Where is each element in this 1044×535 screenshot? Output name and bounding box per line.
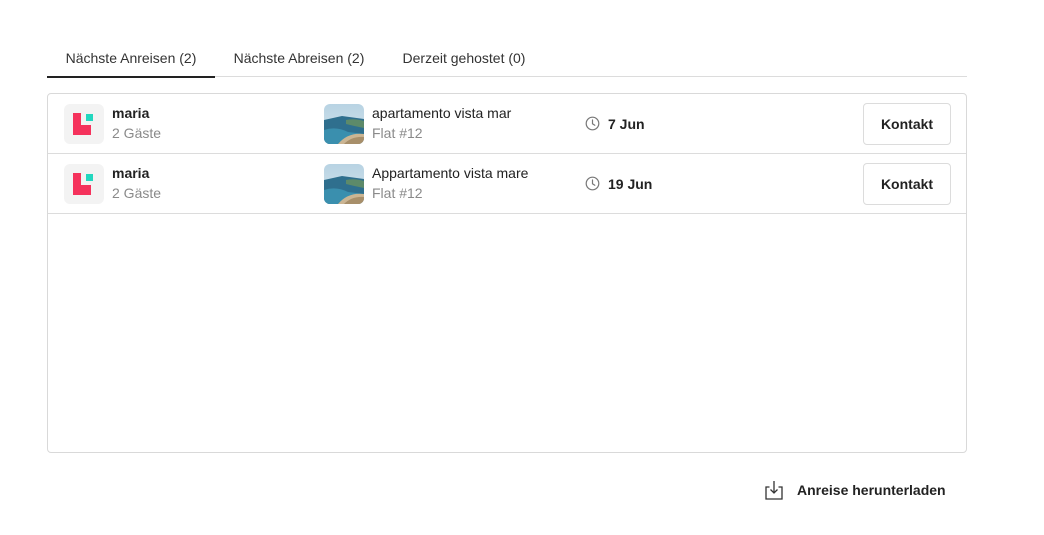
- contact-button[interactable]: Kontakt: [863, 163, 951, 205]
- logo-icon: [73, 173, 93, 195]
- property-name: Appartamento vista mare: [372, 165, 529, 181]
- reservation-row[interactable]: maria 2 Gäste Appartamento vista mare Fl…: [48, 154, 966, 214]
- reservations-list: maria 2 Gäste apartamento vista mar Flat…: [47, 93, 967, 453]
- arrival-date: 7 Jun: [608, 116, 645, 132]
- reservation-row[interactable]: maria 2 Gäste apartamento vista mar Flat…: [48, 94, 966, 154]
- clock-icon: [585, 116, 600, 131]
- logo-icon: [73, 113, 93, 135]
- guest-avatar: [64, 104, 104, 144]
- download-icon: [765, 481, 783, 500]
- guest-avatar: [64, 164, 104, 204]
- tab-currently-hosted[interactable]: Derzeit gehostet (0): [399, 40, 529, 77]
- guest-count: 2 Gäste: [112, 185, 162, 201]
- contact-button[interactable]: Kontakt: [863, 103, 951, 145]
- arrival-date: 19 Jun: [608, 176, 653, 192]
- guest-name: maria: [112, 105, 150, 121]
- property-thumbnail: [324, 104, 364, 144]
- property-name: apartamento vista mar: [372, 105, 512, 121]
- tab-upcoming-arrivals[interactable]: Nächste Anreisen (2): [47, 40, 215, 78]
- tab-upcoming-departures[interactable]: Nächste Abreisen (2): [231, 40, 367, 77]
- guest-count: 2 Gäste: [112, 125, 162, 141]
- property-unit: Flat #12: [372, 185, 423, 201]
- guest-name: maria: [112, 165, 150, 181]
- clock-icon: [585, 176, 600, 191]
- tab-bar: Nächste Anreisen (2) Nächste Abreisen (2…: [47, 40, 967, 78]
- property-thumbnail: [324, 164, 364, 204]
- download-label: Anreise herunterladen: [797, 482, 946, 498]
- property-unit: Flat #12: [372, 125, 423, 141]
